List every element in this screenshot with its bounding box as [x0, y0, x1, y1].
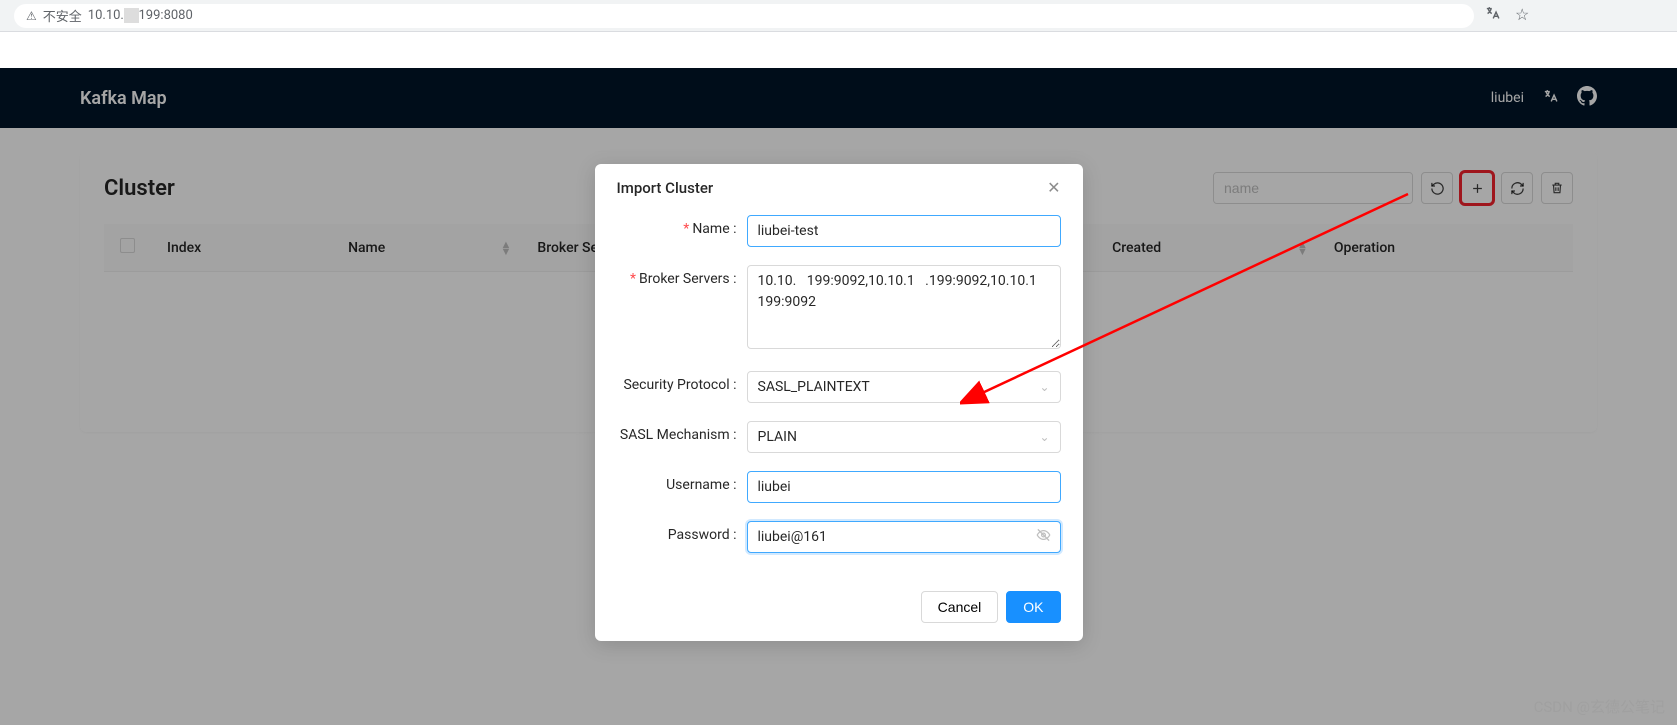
- insecure-icon: ⚠: [26, 9, 37, 23]
- label-mechanism: SASL Mechanism :: [617, 421, 747, 453]
- password-input[interactable]: [747, 521, 1061, 553]
- label-protocol: Security Protocol :: [617, 371, 747, 403]
- star-icon[interactable]: ☆: [1515, 5, 1529, 26]
- label-brokers: *Broker Servers :: [617, 265, 747, 353]
- url-field[interactable]: ⚠ 不安全 10.10.00199:8080: [14, 4, 1474, 28]
- name-input[interactable]: [747, 215, 1061, 247]
- translate-icon[interactable]: [1484, 5, 1501, 26]
- label-password: Password :: [617, 521, 747, 553]
- insecure-label: 不安全: [43, 6, 82, 25]
- label-username: Username :: [617, 471, 747, 503]
- mechanism-select[interactable]: PLAIN⌄: [747, 421, 1061, 453]
- username-input[interactable]: [747, 471, 1061, 503]
- watermark: CSDN @玄德公笔记: [1534, 696, 1665, 717]
- browser-address-bar: ⚠ 不安全 10.10.00199:8080 ☆: [0, 0, 1677, 32]
- close-icon[interactable]: ✕: [1047, 178, 1060, 197]
- eye-icon[interactable]: [1036, 528, 1051, 547]
- ok-button[interactable]: OK: [1006, 591, 1060, 623]
- cancel-button[interactable]: Cancel: [921, 591, 999, 623]
- brokers-input[interactable]: [747, 265, 1061, 349]
- label-name: *Name :: [617, 215, 747, 247]
- url-text: 10.10.00199:8080: [88, 8, 193, 23]
- protocol-select[interactable]: SASL_PLAINTEXT⌄: [747, 371, 1061, 403]
- import-cluster-modal: Import Cluster ✕ *Name : *Broker Servers…: [595, 164, 1083, 641]
- modal-title: Import Cluster: [617, 179, 714, 197]
